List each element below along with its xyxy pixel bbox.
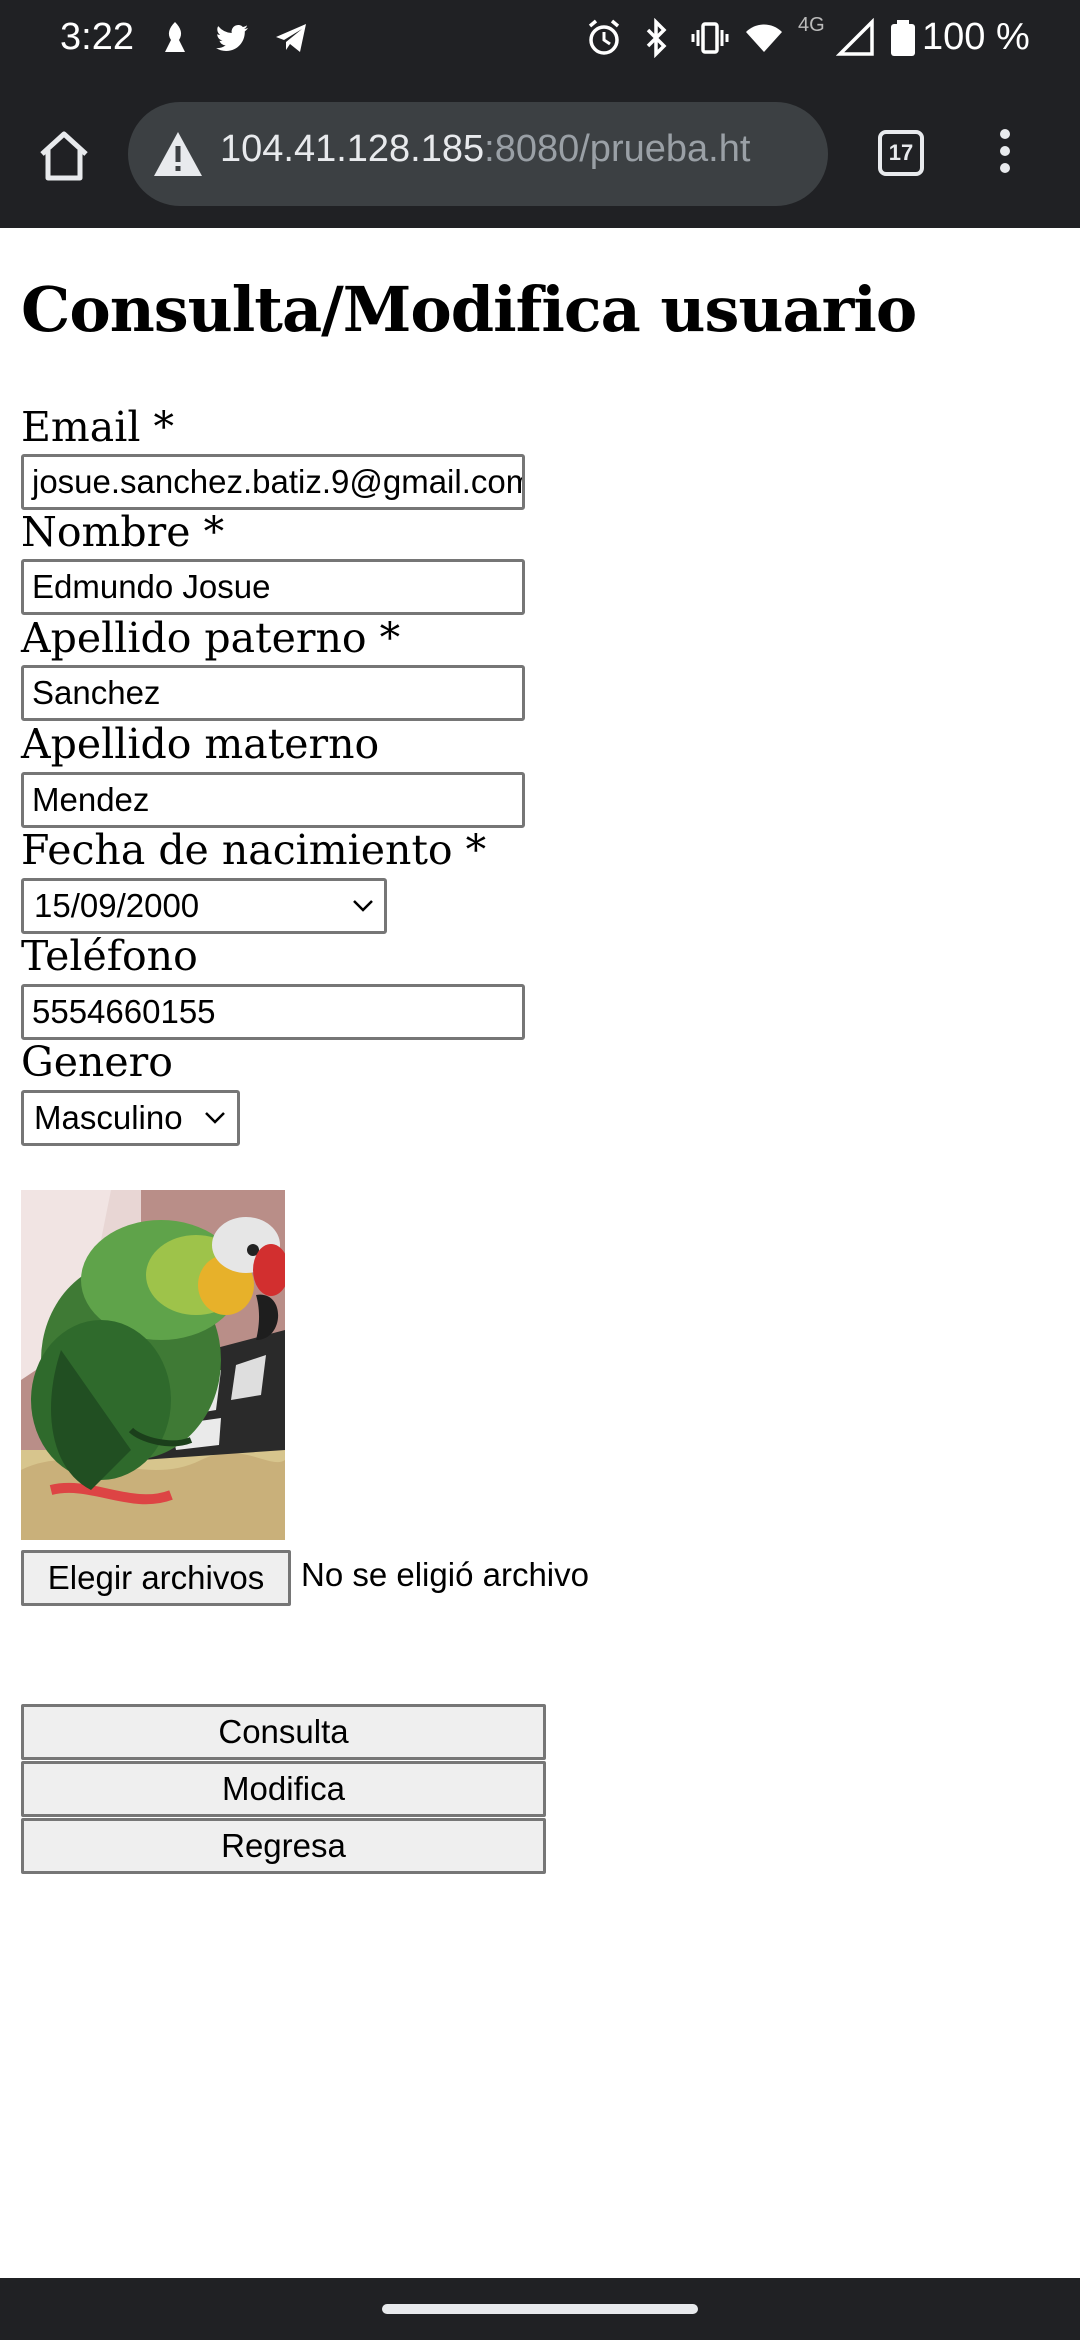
genero-select[interactable]: Masculino (21, 1090, 240, 1146)
telefono-field[interactable]: 5554660155 (21, 984, 525, 1040)
status-time: 3:22 (60, 16, 134, 58)
alarm-icon (588, 19, 620, 55)
system-nav-bar (0, 2278, 1080, 2340)
fecha-nacimiento-label: Fecha de nacimiento * (21, 826, 487, 874)
chevron-down-icon (205, 1112, 225, 1124)
network-type: 4G (798, 14, 825, 36)
consulta-button[interactable]: Consulta (21, 1704, 546, 1760)
battery-level: 100 % (922, 16, 1030, 58)
browser-toolbar: 104.41.128.185:8080/prueba.ht 17 (0, 80, 1080, 228)
page-title: Consulta/Modifica usuario (21, 273, 917, 346)
genero-value: Masculino (34, 1099, 183, 1136)
apellido-paterno-label: Apellido paterno * (21, 614, 401, 662)
fecha-nacimiento-value: 15/09/2000 (34, 887, 200, 924)
fecha-nacimiento-select[interactable]: 15/09/2000 (21, 878, 387, 934)
choose-files-button[interactable]: Elegir archivos (21, 1550, 291, 1606)
twitter-icon (216, 24, 248, 51)
email-label: Email * (21, 403, 175, 451)
warning-icon[interactable] (152, 128, 204, 180)
battery-icon (891, 20, 915, 56)
chevron-down-icon (353, 900, 373, 912)
url-path: :8080/prueba.ht (484, 128, 751, 170)
apellido-paterno-field[interactable]: Sanchez (21, 665, 525, 721)
vibrate-icon (691, 22, 729, 54)
user-photo (21, 1190, 285, 1540)
url-host: 104.41.128.185 (220, 128, 485, 170)
regresa-button[interactable]: Regresa (21, 1818, 546, 1874)
url-text[interactable]: 104.41.128.185:8080/prueba.ht (220, 128, 810, 171)
genero-label: Genero (21, 1038, 173, 1086)
wifi-icon (746, 24, 782, 52)
telegram-icon (276, 24, 306, 52)
apellido-materno-label: Apellido materno (21, 720, 380, 768)
cell-signal-icon (836, 18, 874, 56)
telefono-label: Teléfono (21, 932, 198, 980)
home-icon[interactable] (32, 124, 96, 188)
modifica-button[interactable]: Modifica (21, 1761, 546, 1817)
more-menu-icon[interactable] (990, 124, 1020, 188)
tab-switcher-button[interactable]: 17 (878, 130, 924, 176)
url-bar[interactable]: 104.41.128.185:8080/prueba.ht (128, 102, 828, 206)
nombre-field[interactable]: Edmundo Josue (21, 559, 525, 615)
file-status: No se eligió archivo (301, 1556, 589, 1593)
home-gesture-handle[interactable] (382, 2304, 698, 2314)
email-field[interactable]: josue.sanchez.batiz.9@gmail.com (21, 454, 525, 510)
status-bar: 3:22 4G 100 % (0, 0, 1080, 80)
apellido-materno-field[interactable]: Mendez (21, 772, 525, 828)
bluetooth-icon (646, 18, 667, 58)
notification-icon (165, 22, 185, 52)
nombre-label: Nombre * (21, 508, 225, 556)
